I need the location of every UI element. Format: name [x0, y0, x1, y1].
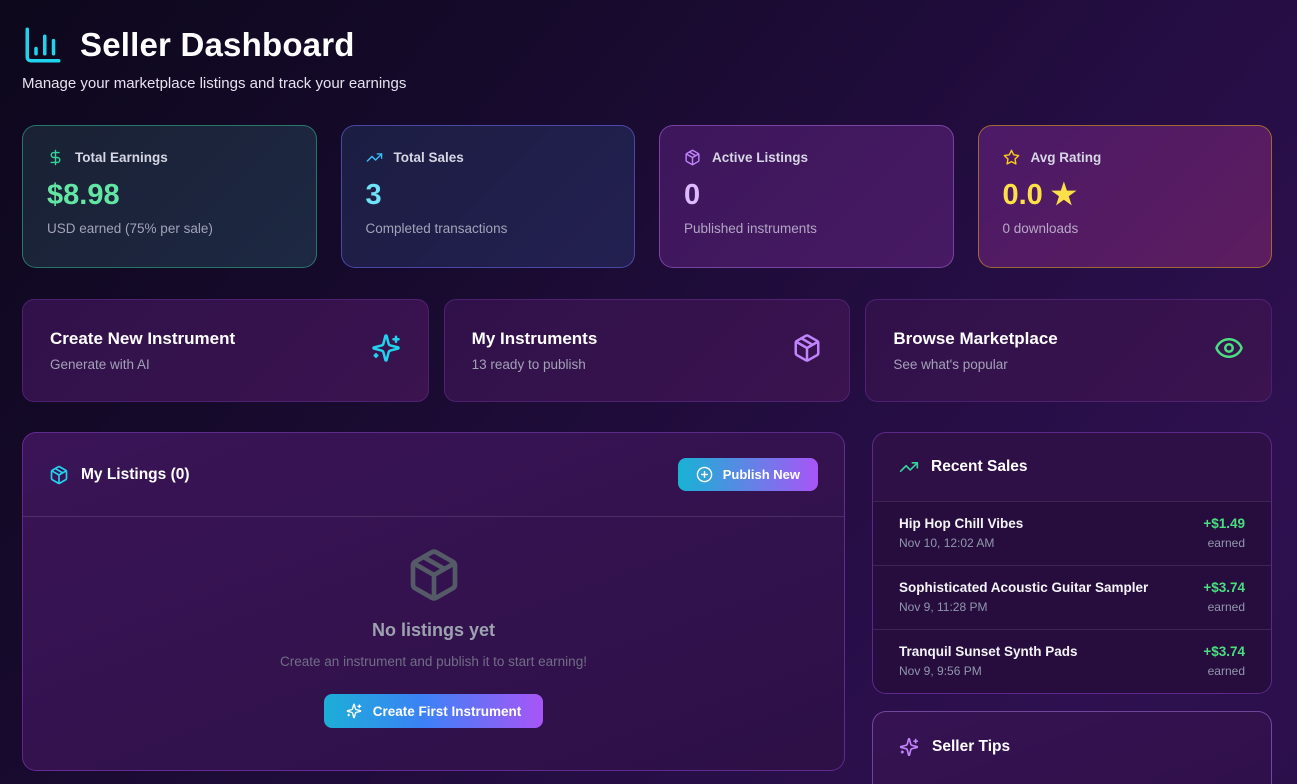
seller-tips-panel: Seller Tips — [872, 711, 1272, 784]
quick-actions-row: Create New Instrument Generate with AI M… — [22, 299, 1272, 402]
sparkles-icon — [899, 737, 919, 757]
sparkles-icon — [371, 333, 401, 368]
page-subtitle: Manage your marketplace listings and tra… — [22, 75, 1272, 92]
package-icon — [406, 590, 462, 607]
sparkles-icon — [346, 703, 362, 719]
sale-date: Nov 10, 12:02 AM — [899, 536, 1023, 550]
bar-chart-icon — [22, 24, 64, 66]
stat-value: $8.98 — [47, 181, 292, 210]
dollar-icon — [47, 149, 64, 166]
my-listings-title: My Listings (0) — [81, 466, 190, 484]
stat-card-active-listings: Active Listings 0 Published instruments — [659, 125, 954, 268]
stat-value: 3 — [366, 181, 611, 210]
stat-subtext: 0 downloads — [1003, 221, 1248, 236]
action-title: Create New Instrument — [50, 329, 235, 349]
sale-name: Tranquil Sunset Synth Pads — [899, 644, 1078, 659]
sale-name: Hip Hop Chill Vibes — [899, 516, 1023, 531]
recent-sales-title: Recent Sales — [931, 458, 1028, 476]
listings-empty-state: No listings yet Create an instrument and… — [23, 516, 844, 770]
stat-card-total-sales: Total Sales 3 Completed transactions — [341, 125, 636, 268]
create-first-instrument-button[interactable]: Create First Instrument — [324, 694, 544, 728]
sale-amount: +$3.74 — [1203, 580, 1245, 595]
my-listings-panel: My Listings (0) Publish New No listings … — [22, 432, 845, 771]
action-subtitle: See what's popular — [893, 357, 1057, 372]
action-subtitle: 13 ready to publish — [472, 357, 598, 372]
eye-icon — [1214, 333, 1244, 368]
sale-row[interactable]: Tranquil Sunset Synth Pads Nov 9, 9:56 P… — [873, 629, 1271, 693]
action-subtitle: Generate with AI — [50, 357, 235, 372]
package-icon — [792, 333, 822, 368]
star-icon — [1003, 149, 1020, 166]
browse-marketplace-card[interactable]: Browse Marketplace See what's popular — [865, 299, 1272, 402]
sale-name: Sophisticated Acoustic Guitar Sampler — [899, 580, 1148, 595]
trending-up-icon — [366, 149, 383, 166]
sale-date: Nov 9, 9:56 PM — [899, 664, 1078, 678]
stat-subtext: USD earned (75% per sale) — [47, 221, 292, 236]
stat-value: 0 — [684, 181, 929, 210]
my-instruments-card[interactable]: My Instruments 13 ready to publish — [444, 299, 851, 402]
stat-subtext: Completed transactions — [366, 221, 611, 236]
stat-label: Active Listings — [712, 150, 808, 165]
stat-value: 0.0 ★ — [1003, 181, 1248, 210]
page-header: Seller Dashboard — [22, 24, 1272, 66]
sale-earned-label: earned — [1203, 664, 1245, 678]
stat-card-avg-rating: Avg Rating 0.0 ★ 0 downloads — [978, 125, 1273, 268]
publish-new-button[interactable]: Publish New — [678, 458, 818, 491]
stat-subtext: Published instruments — [684, 221, 929, 236]
stat-label: Total Earnings — [75, 150, 168, 165]
sale-date: Nov 9, 11:28 PM — [899, 600, 1148, 614]
sale-amount: +$3.74 — [1203, 644, 1245, 659]
trending-up-icon — [899, 457, 919, 477]
create-new-instrument-card[interactable]: Create New Instrument Generate with AI — [22, 299, 429, 402]
recent-sales-panel: Recent Sales Hip Hop Chill Vibes Nov 10,… — [872, 432, 1272, 694]
main-content: My Listings (0) Publish New No listings … — [22, 432, 1272, 784]
action-title: My Instruments — [472, 329, 598, 349]
empty-state-title: No listings yet — [43, 620, 824, 641]
empty-state-message: Create an instrument and publish it to s… — [43, 654, 824, 669]
sale-amount: +$1.49 — [1203, 516, 1245, 531]
action-title: Browse Marketplace — [893, 329, 1057, 349]
seller-dashboard-page: Seller Dashboard Manage your marketplace… — [0, 0, 1297, 784]
stat-label: Avg Rating — [1031, 150, 1102, 165]
stats-row: Total Earnings $8.98 USD earned (75% per… — [22, 125, 1272, 268]
stat-card-total-earnings: Total Earnings $8.98 USD earned (75% per… — [22, 125, 317, 268]
package-icon — [684, 149, 701, 166]
seller-tips-title: Seller Tips — [932, 738, 1010, 756]
package-icon — [49, 465, 69, 485]
sale-row[interactable]: Hip Hop Chill Vibes Nov 10, 12:02 AM +$1… — [873, 501, 1271, 565]
stat-label: Total Sales — [394, 150, 464, 165]
sale-earned-label: earned — [1203, 600, 1245, 614]
plus-circle-icon — [696, 466, 713, 483]
right-column: Recent Sales Hip Hop Chill Vibes Nov 10,… — [872, 432, 1272, 784]
sale-earned-label: earned — [1203, 536, 1245, 550]
sale-row[interactable]: Sophisticated Acoustic Guitar Sampler No… — [873, 565, 1271, 629]
page-title: Seller Dashboard — [80, 26, 355, 64]
